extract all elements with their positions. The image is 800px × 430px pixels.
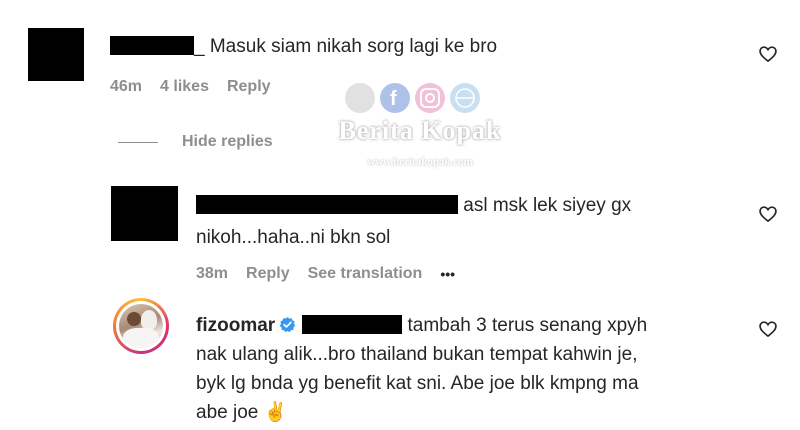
reply-meta: 38m Reply See translation ••• (196, 265, 473, 283)
reply-body-line3: byk lg bnda yg benefit kat sni. Abe joe … (196, 373, 639, 394)
avatar-redacted[interactable] (111, 186, 178, 241)
svg-text:f: f (390, 88, 397, 110)
heart-icon[interactable] (758, 44, 778, 64)
see-translation-button[interactable]: See translation (308, 265, 423, 283)
reply-text-line2: nikoh...haha..ni bkn sol (196, 227, 391, 248)
redaction-artifact: _ (194, 36, 210, 57)
reply-button[interactable]: Reply (227, 78, 271, 96)
avatar-story-ring[interactable] (113, 298, 169, 354)
watermark-name: Berita Kopak (338, 116, 502, 145)
reply-body-line1: tambah 3 terus senang xpyh (407, 315, 648, 336)
avatar (116, 301, 166, 351)
watermark: f Berita Kopak www.beritakopak.com (330, 80, 510, 180)
likes-count[interactable]: 4 likes (160, 78, 209, 96)
reply-body-line2: nak ulang alik...bro thailand bukan temp… (196, 344, 638, 365)
more-options-icon[interactable]: ••• (440, 266, 455, 282)
watermark-social-icons: f (345, 83, 480, 113)
heart-icon[interactable] (758, 319, 778, 339)
verified-badge-icon (280, 317, 296, 333)
reply-button[interactable]: Reply (246, 265, 290, 283)
hide-replies-button[interactable]: Hide replies (182, 133, 273, 151)
avatar-redacted[interactable] (28, 28, 84, 81)
heart-icon[interactable] (758, 204, 778, 224)
username[interactable]: fizoomar (196, 315, 275, 336)
reply-time: 38m (196, 265, 229, 282)
hide-replies-line (118, 142, 158, 143)
reply-body-line4: abe joe ✌ (196, 400, 287, 425)
comment-meta: 46m 4 likes Reply (110, 78, 289, 96)
reply-body-line4-text: abe joe ✌ (196, 402, 288, 423)
reply-body-line1: asl msk lek siyey gx (463, 195, 632, 216)
comment-time: 46m (110, 78, 143, 95)
reply-text: asl msk lek siyey gx (196, 193, 631, 218)
comment-text: _ Masuk siam nikah sorg lagi ke bro (110, 34, 497, 59)
reply-text: fizoomar tambah 3 terus senang xpyh (196, 313, 647, 338)
watermark-url: www.beritakopak.com (367, 156, 473, 168)
mention-redacted[interactable] (302, 315, 403, 334)
avatar-photo (119, 304, 163, 348)
comment-body: Masuk siam nikah sorg lagi ke bro (209, 36, 498, 57)
username-redacted[interactable] (196, 195, 458, 214)
username-redacted[interactable] (110, 36, 194, 55)
